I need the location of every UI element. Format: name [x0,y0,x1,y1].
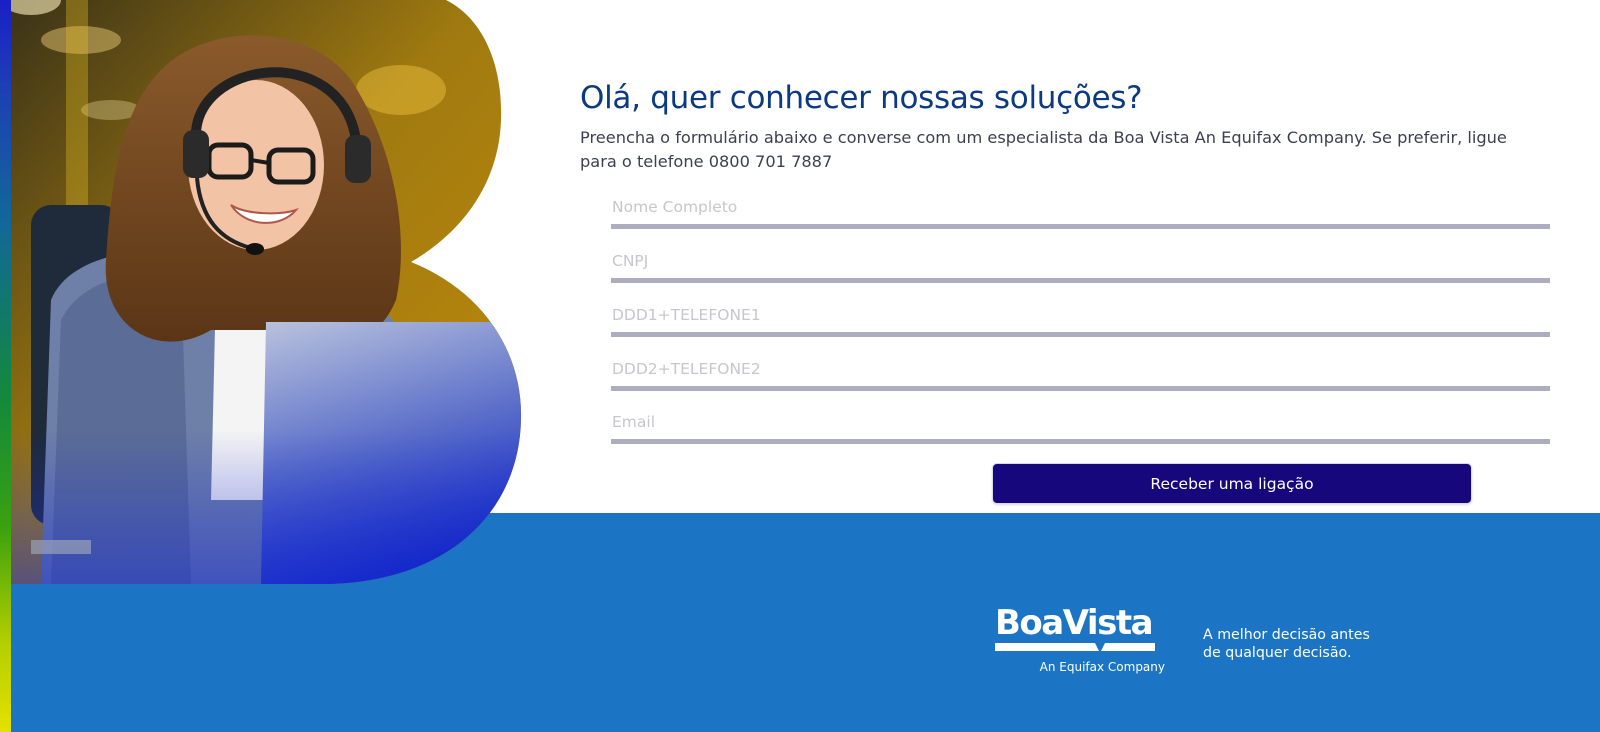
form-title: Olá, quer conhecer nossas soluções? [580,80,1143,116]
tagline-line-1: A melhor decisão antes [1203,627,1370,643]
brand-swoosh-icon [995,643,1155,651]
side-accent-stripe [0,0,11,732]
brand-subtitle: An Equifax Company [1039,660,1165,674]
boavista-logo: BoaVista An Equifax Company [995,603,1165,678]
cnpj-input[interactable] [611,244,1550,283]
hero-photo-svg [11,0,522,584]
footer-tagline: A melhor decisão antes de qualquer decis… [1203,626,1403,662]
receber-ligacao-button[interactable]: Receber uma ligação [992,463,1472,504]
telefone2-input[interactable] [611,352,1550,391]
nome-completo-input[interactable] [611,190,1550,229]
telefone1-input[interactable] [611,298,1550,337]
hero-image [11,0,531,584]
tagline-line-2: de qualquer decisão. [1203,645,1352,661]
form-description: Preencha o formulário abaixo e converse … [580,128,1507,171]
brand-name: BoaVista [995,603,1154,643]
email-input[interactable] [611,405,1550,444]
